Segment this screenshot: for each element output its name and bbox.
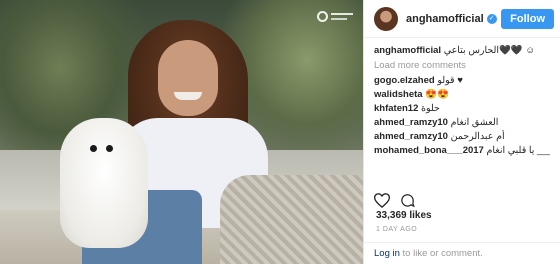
- white-dog: [60, 118, 148, 248]
- dog-eye-right: [106, 145, 113, 152]
- comment-item: gogo.elzahed قولو ♥: [374, 74, 550, 88]
- comment-text: أم عبدالرحمن: [450, 131, 505, 142]
- comment-text: مين عليكي ___ يا قلبي انغام: [486, 145, 550, 156]
- header-username[interactable]: anghamofficial: [406, 13, 484, 25]
- comment-text: 😍😍: [425, 89, 449, 100]
- post-photo[interactable]: [0, 0, 363, 264]
- post-header: anghamofficial ✓ Follow: [364, 0, 560, 38]
- photographer-logo-line: [331, 13, 353, 15]
- footer-text: to like or comment.: [399, 248, 483, 259]
- post-timestamp: 1 DAY AGO: [376, 226, 418, 233]
- comment-username[interactable]: ahmed_ramzy10: [374, 131, 448, 142]
- login-link[interactable]: Log in: [374, 248, 400, 259]
- comment-text: حلوة: [421, 103, 440, 114]
- comment-item: mohamed_bona___2017 مين عليكي ___ يا قلب…: [374, 144, 550, 158]
- comment-username[interactable]: ahmed_ramzy10: [374, 117, 448, 128]
- photographer-logo-mark: [317, 11, 328, 22]
- verified-badge-icon: ✓: [486, 13, 497, 24]
- woman-face: [158, 40, 218, 116]
- comment-username[interactable]: khfaten12: [374, 103, 418, 114]
- caption-username[interactable]: anghamofficial: [374, 45, 441, 56]
- woman-smile: [174, 92, 202, 100]
- avatar[interactable]: [374, 6, 398, 31]
- likes-count[interactable]: 33,369 likes: [376, 210, 432, 221]
- caption: anghamofficial الحارس بتاعي🖤🖤 ☺: [374, 44, 550, 58]
- comment-text: قولو ♥: [437, 75, 463, 86]
- follow-button[interactable]: Follow: [501, 8, 554, 29]
- comment-text: العشق انغام: [450, 117, 499, 128]
- comment-username[interactable]: mohamed_bona___2017: [374, 145, 484, 156]
- comment-username[interactable]: gogo.elzahed: [374, 75, 435, 86]
- photographer-logo: [317, 10, 353, 24]
- comment-username[interactable]: walidsheta: [374, 89, 423, 100]
- wicker-chair: [220, 175, 363, 264]
- dog-eye-left: [90, 145, 97, 152]
- caption-text: الحارس بتاعي🖤🖤 ☺: [443, 45, 536, 56]
- load-more-comments-link[interactable]: Load more comments: [374, 59, 550, 73]
- comment-item: khfaten12 حلوة: [374, 102, 550, 116]
- post-side-panel: anghamofficial ✓ Follow anghamofficial ا…: [363, 0, 560, 264]
- comment-item: ahmed_ramzy10 أم عبدالرحمن: [374, 130, 550, 144]
- comments-list: anghamofficial الحارس بتاعي🖤🖤 ☺ Load mor…: [364, 38, 560, 158]
- photographer-logo-line: [331, 18, 347, 20]
- comment-item: walidsheta 😍😍: [374, 88, 550, 102]
- comment-item: ahmed_ramzy10 العشق انغام: [374, 116, 550, 130]
- post-footer: Log in to like or comment.: [364, 242, 560, 264]
